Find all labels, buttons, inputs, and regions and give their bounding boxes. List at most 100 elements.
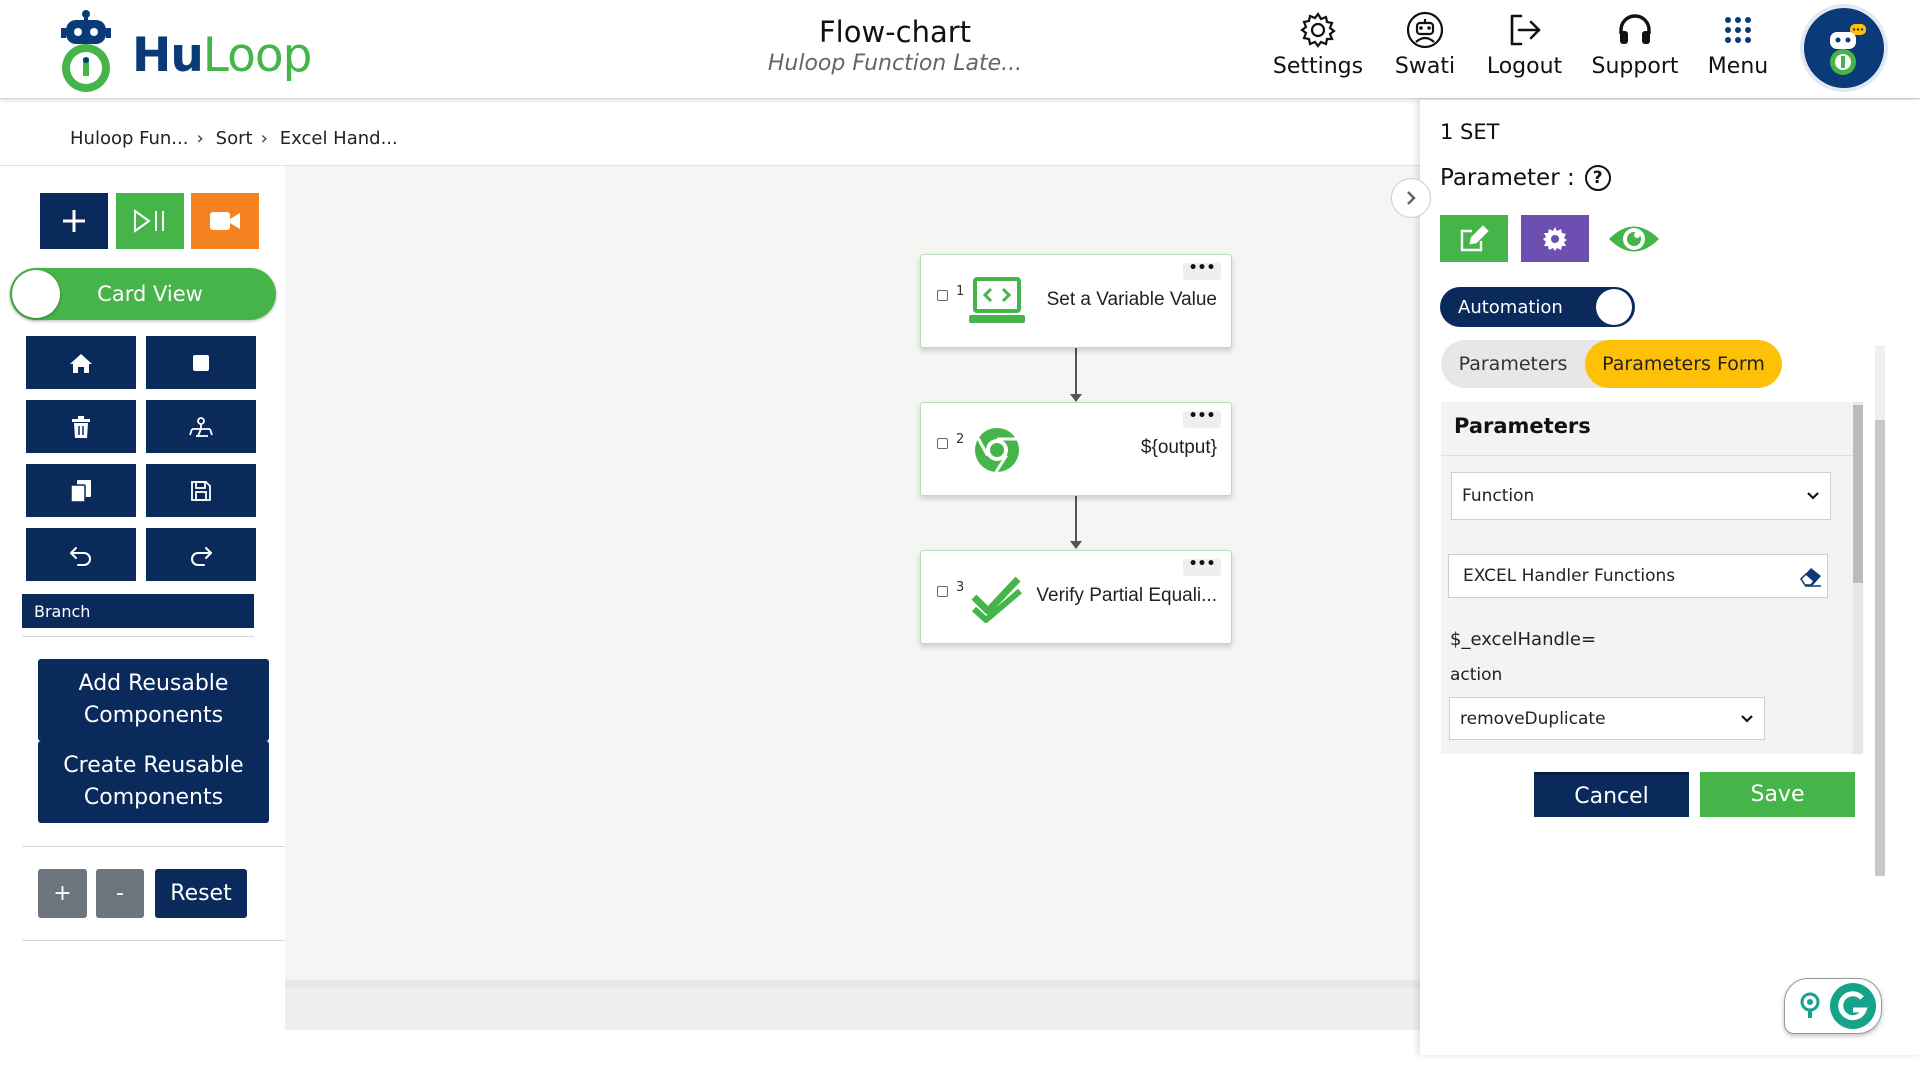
play-pause-button[interactable] bbox=[116, 193, 184, 249]
stop-button[interactable] bbox=[146, 336, 256, 389]
breadcrumb-item[interactable]: Sort bbox=[216, 128, 253, 149]
excel-handle-label: $_excelHandle= bbox=[1450, 629, 1597, 650]
step-set-label: 1 SET bbox=[1440, 120, 1500, 144]
huloop-logo[interactable]: HuLoop bbox=[56, 2, 316, 98]
gear-icon bbox=[1268, 8, 1368, 52]
logout-icon bbox=[1482, 8, 1567, 52]
flow-node[interactable]: 2 ${output} ••• bbox=[920, 402, 1232, 496]
page-subtitle: Huloop Function Late... bbox=[767, 51, 1023, 76]
nav-logout-label: Logout bbox=[1486, 54, 1563, 79]
node-menu-button[interactable]: ••• bbox=[1183, 557, 1221, 576]
parameter-heading: Parameter : ? bbox=[1440, 165, 1611, 191]
grammarly-widget[interactable] bbox=[1784, 978, 1882, 1034]
cancel-button[interactable]: Cancel bbox=[1534, 772, 1689, 817]
flow-connector bbox=[1075, 495, 1077, 544]
node-checkbox[interactable] bbox=[937, 586, 948, 597]
eye-icon bbox=[1609, 226, 1659, 251]
floppy-disk-icon bbox=[191, 480, 211, 501]
nav-support[interactable]: Support bbox=[1590, 8, 1680, 88]
tab-parameters-form[interactable]: Parameters Form bbox=[1585, 340, 1782, 388]
chevron-right-icon: › bbox=[260, 127, 268, 149]
node-checkbox[interactable] bbox=[937, 290, 948, 301]
function-select[interactable]: Function bbox=[1451, 472, 1831, 520]
card-view-toggle[interactable]: Card View bbox=[10, 268, 276, 320]
breadcrumb-item[interactable]: Excel Hand... bbox=[280, 128, 398, 149]
chevron-right-icon: › bbox=[196, 127, 204, 149]
delete-button[interactable] bbox=[26, 400, 136, 453]
parameter-label: Parameter : bbox=[1440, 165, 1575, 191]
nav-menu[interactable]: Menu bbox=[1700, 8, 1776, 88]
zoom-in-button[interactable]: + bbox=[38, 869, 87, 918]
node-checkbox[interactable] bbox=[937, 438, 948, 449]
flow-node[interactable]: 3 Verify Partial Equali... ••• bbox=[920, 550, 1232, 644]
undo-icon bbox=[70, 546, 91, 566]
flow-canvas[interactable] bbox=[285, 166, 1420, 1030]
automation-toggle[interactable]: Automation bbox=[1440, 287, 1635, 327]
divider bbox=[22, 846, 285, 847]
eraser-icon[interactable] bbox=[1799, 565, 1823, 587]
save-button[interactable]: Save bbox=[1700, 772, 1855, 817]
stop-icon bbox=[193, 354, 209, 371]
branch-button[interactable]: Branch bbox=[22, 594, 254, 628]
parameter-tabs: Parameters Parameters Form bbox=[1441, 340, 1782, 388]
bot-avatar[interactable] bbox=[1804, 8, 1884, 88]
form-scrollbar-thumb[interactable] bbox=[1853, 405, 1863, 583]
breadcrumb-item[interactable]: Huloop Fun... bbox=[70, 128, 188, 149]
create-reusable-components-button[interactable]: Create Reusable Components bbox=[38, 741, 269, 823]
copy-icon bbox=[70, 479, 91, 503]
undo-button[interactable] bbox=[26, 528, 136, 581]
nav-settings[interactable]: Settings bbox=[1268, 8, 1368, 88]
page-title: Flow-chart bbox=[818, 15, 972, 49]
trash-icon bbox=[72, 415, 90, 438]
zoom-out-button[interactable]: - bbox=[96, 869, 144, 918]
action-label: action bbox=[1450, 665, 1503, 685]
node-menu-button[interactable]: ••• bbox=[1183, 409, 1221, 428]
tab-parameters[interactable]: Parameters bbox=[1441, 340, 1585, 388]
copy-button[interactable] bbox=[26, 464, 136, 517]
preview-button[interactable] bbox=[1600, 215, 1668, 262]
collapse-panel-button[interactable] bbox=[1391, 178, 1431, 218]
hierarchy-icon bbox=[189, 416, 213, 437]
action-select[interactable]: removeDuplicate bbox=[1449, 697, 1765, 740]
chevron-down-icon bbox=[1807, 492, 1819, 500]
panel-scrollbar-thumb[interactable] bbox=[1875, 420, 1885, 876]
edit-button[interactable] bbox=[1440, 215, 1508, 262]
divider bbox=[22, 940, 285, 941]
record-button[interactable] bbox=[191, 193, 259, 249]
save-flow-button[interactable] bbox=[146, 464, 256, 517]
arrow-down-icon bbox=[1070, 394, 1082, 402]
settings-button[interactable] bbox=[1521, 215, 1589, 262]
handler-input[interactable]: EXCEL Handler Functions bbox=[1448, 554, 1828, 598]
nav-user[interactable]: Swati bbox=[1385, 8, 1465, 88]
nav-user-label: Swati bbox=[1394, 54, 1456, 79]
node-label: Set a Variable Value bbox=[1046, 289, 1217, 310]
node-number: 1 bbox=[956, 284, 965, 299]
node-number: 3 bbox=[956, 580, 965, 595]
help-icon[interactable]: ? bbox=[1584, 165, 1611, 191]
automation-label: Automation bbox=[1458, 296, 1563, 318]
logo-hu-text: Hu bbox=[132, 28, 204, 83]
robot-user-icon bbox=[1385, 8, 1465, 52]
logo-wordmark: HuLoop bbox=[132, 28, 313, 83]
headset-icon bbox=[1590, 8, 1680, 52]
robot-avatar-icon bbox=[1830, 24, 1866, 75]
add-step-button[interactable] bbox=[40, 193, 108, 249]
nav-logout[interactable]: Logout bbox=[1482, 8, 1567, 88]
home-button[interactable] bbox=[26, 336, 136, 389]
reset-zoom-button[interactable]: Reset bbox=[155, 869, 247, 918]
node-menu-button[interactable]: ••• bbox=[1183, 261, 1221, 280]
node-number: 2 bbox=[956, 432, 965, 447]
plus-icon bbox=[63, 210, 85, 232]
node-label: Verify Partial Equali... bbox=[1036, 585, 1217, 606]
function-select-value: Function bbox=[1462, 486, 1535, 506]
divider bbox=[22, 636, 254, 637]
flow-node[interactable]: 1 Set a Variable Value ••• bbox=[920, 254, 1232, 348]
chrome-icon bbox=[965, 423, 1029, 477]
flow-connector bbox=[1075, 347, 1077, 397]
form-title: Parameters bbox=[1454, 414, 1591, 438]
nav-settings-label: Settings bbox=[1272, 54, 1364, 79]
canvas-scrollbar[interactable] bbox=[285, 980, 1420, 1030]
arrange-button[interactable] bbox=[146, 400, 256, 453]
add-reusable-components-button[interactable]: Add Reusable Components bbox=[38, 659, 269, 741]
redo-button[interactable] bbox=[146, 528, 256, 581]
